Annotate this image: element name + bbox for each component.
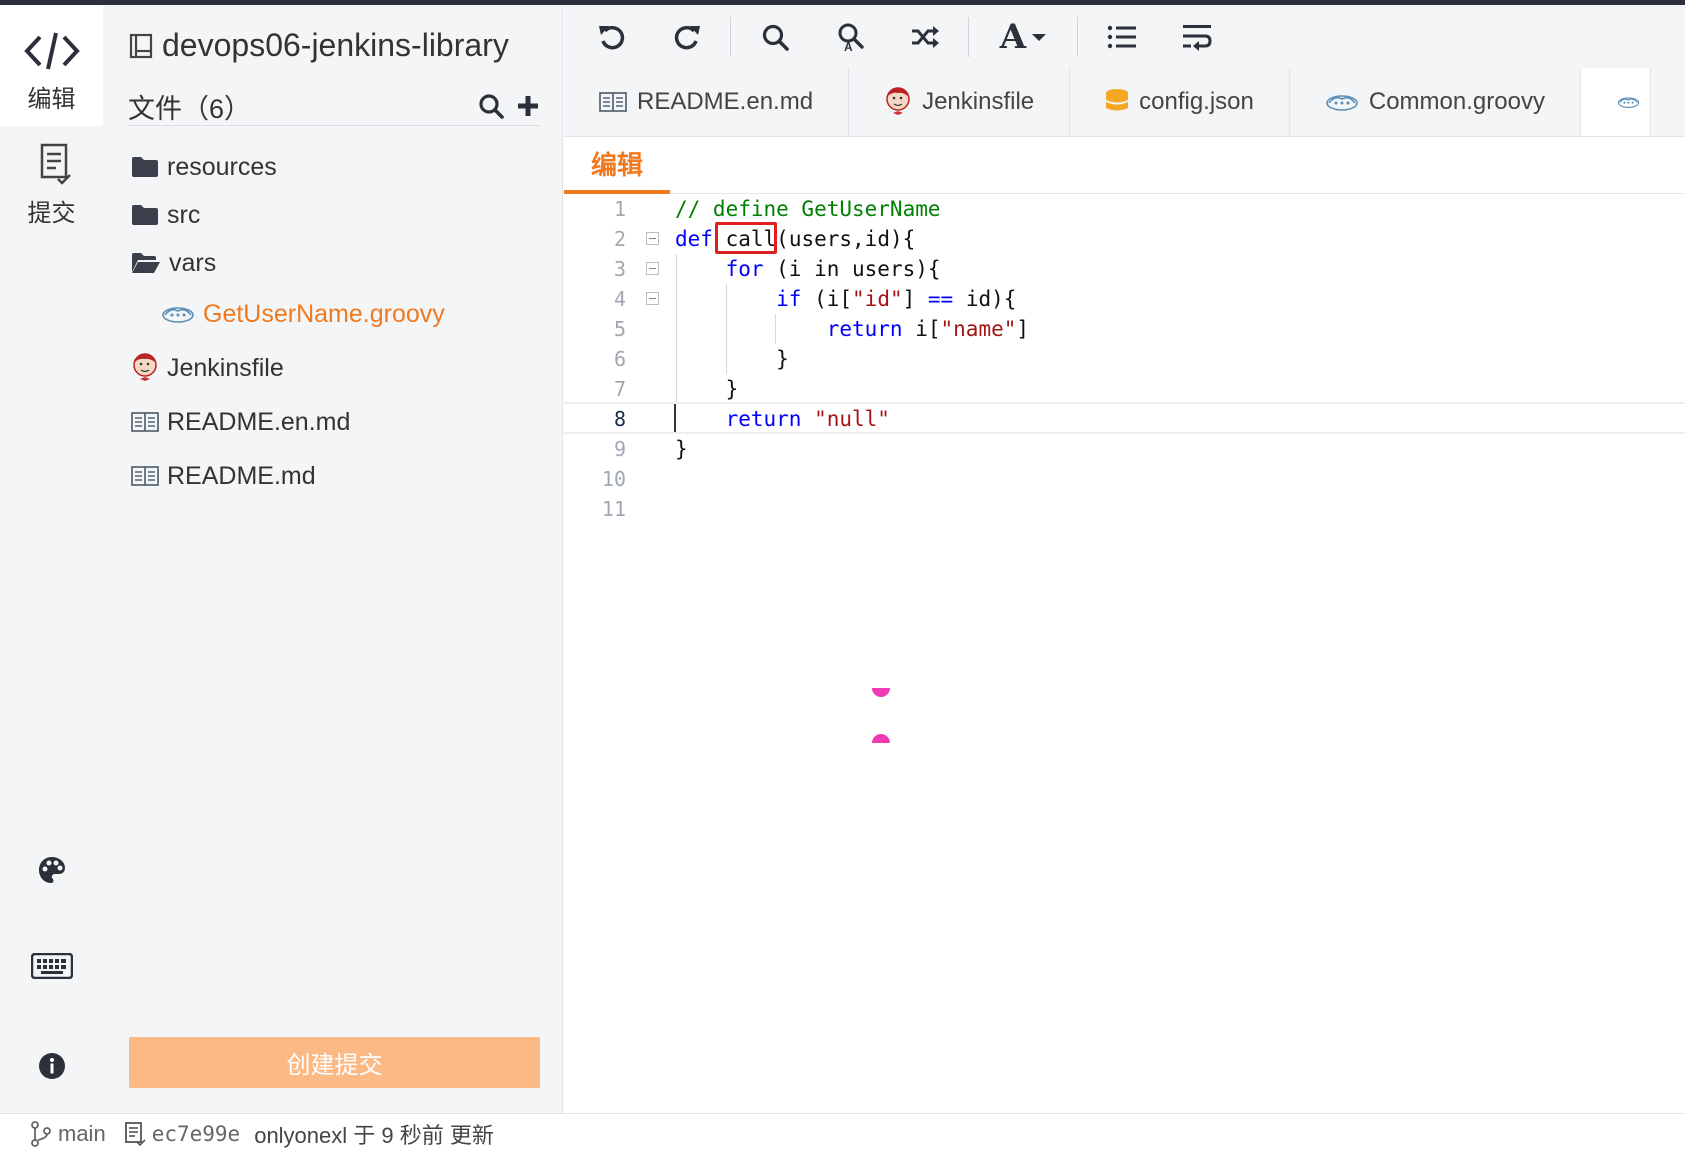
groovy-icon [162,307,194,323]
code-line: 3 for (i in users){ [613,257,941,281]
activity-edit-label: 编辑 [27,86,76,113]
code-icon [23,32,80,70]
code-line: 10 [601,467,626,491]
code-line: 9 } [613,437,688,461]
file-panel: devops06-jenkins-library 文件（6） resources [103,5,563,1113]
text-cursor [674,404,676,432]
find-button[interactable] [737,5,812,68]
activity-edit[interactable]: 编辑 [0,5,103,126]
marker-icon [872,688,890,697]
redo-icon [674,25,700,49]
undo-button[interactable] [574,5,649,68]
tree-selected-group: GetUserName.groovy Jenkinsfile README.en… [103,287,562,503]
svg-text:A: A [844,40,853,52]
tab-jenkinsfile[interactable]: Jenkinsfile [849,68,1071,136]
jenkins-icon [886,87,910,115]
list-button[interactable] [1084,5,1159,68]
commit-icon [124,1121,146,1146]
files-header: 文件（6） [128,87,540,126]
keyboard-button[interactable] [0,953,103,979]
keyboard-icon [30,953,73,979]
branch-name[interactable]: main [58,1121,106,1147]
fold-icon[interactable] [646,262,659,275]
replace-button[interactable]: A [812,5,887,68]
fold-icon[interactable] [646,232,659,245]
create-commit-button[interactable]: 创建提交 [129,1037,540,1088]
code-line: 7 } [613,377,739,401]
commit-message: onlyonexl 于 9 秒前 更新 [254,1122,494,1148]
add-file-icon[interactable] [516,94,540,118]
commit-hash[interactable]: ec7e99e [152,1122,241,1146]
chevron-down-icon [1032,33,1047,41]
code-line: 1 // define GetUserName [613,197,941,221]
tree-item-jenkinsfile[interactable]: Jenkinsfile [103,341,562,395]
theme-button[interactable] [0,855,103,885]
code-line: 4 if (i["id"] == id){ [613,287,1017,311]
wrap-button[interactable] [1159,5,1234,68]
marker-icon [872,734,890,743]
repo-name: devops06-jenkins-library [162,27,509,63]
info-icon [38,1053,65,1079]
font-button[interactable]: A [975,5,1071,68]
groovy-icon [1326,95,1358,111]
code-line: 11 [601,497,626,521]
highlight-box [715,222,777,254]
editor-toolbar: A A [564,5,1685,68]
markdown-icon [599,92,627,112]
activity-commit-label: 提交 [27,200,76,227]
fold-icon[interactable] [646,292,659,305]
repo-icon [129,33,153,58]
folder-icon [132,205,158,225]
toolbar-divider [968,16,969,57]
status-bar: main ec7e99e onlyonexl 于 9 秒前 更新 [0,1113,1685,1153]
tree-item-readme[interactable]: README.md [103,449,562,503]
code-line: 5 return i["name"] [613,317,1030,341]
search-icon [762,24,789,51]
jenkins-icon [133,353,157,381]
file-tree: resources src vars GetUserName.groovy Je… [103,143,562,503]
folder-icon [132,157,158,177]
search-icon[interactable] [478,93,504,119]
shuffle-icon [911,25,939,48]
tree-item-getusername[interactable]: GetUserName.groovy [103,287,562,341]
undo-icon [598,25,624,49]
font-icon: A [999,16,1027,57]
code-line: 6 } [613,347,789,371]
markdown-icon [131,466,159,486]
folder-open-icon [132,253,160,273]
editor-mode-bar: 编辑 [564,137,1685,194]
tree-item-resources[interactable]: resources [103,143,562,191]
markdown-icon [131,412,159,432]
tree-item-vars[interactable]: vars [103,239,562,287]
branch-icon [31,1120,51,1147]
commit-icon [40,143,71,185]
palette-icon [38,857,65,883]
file-tabs: README.en.md Jenkinsfile config.json Com… [564,68,1685,137]
activity-commit[interactable]: 提交 [0,135,103,245]
files-title: 文件（6） [128,93,252,124]
tree-item-src[interactable]: src [103,191,562,239]
info-button[interactable] [0,1051,103,1081]
repo-header: devops06-jenkins-library [128,27,509,64]
groovy-icon [1617,97,1640,108]
activity-bar: 编辑 提交 [0,5,103,1113]
shuffle-button[interactable] [887,5,962,68]
toolbar-divider [1077,16,1078,57]
tab-readme-en[interactable]: README.en.md [564,68,850,136]
tab-config-json[interactable]: config.json [1070,68,1290,136]
replace-icon: A [838,23,864,52]
tab-getusername-groovy[interactable] [1580,68,1651,136]
tab-common-groovy[interactable]: Common.groovy [1290,68,1581,136]
wrap-icon [1182,24,1212,51]
tab-edit-mode[interactable]: 编辑 [564,137,670,194]
database-icon [1106,89,1129,111]
code-editor[interactable]: 1 // define GetUserName 2 def call(users… [564,194,1685,1112]
list-icon [1107,25,1136,48]
redo-button[interactable] [649,5,724,68]
current-line: 8 return "null" [564,402,1685,434]
tree-item-readme-en[interactable]: README.en.md [103,395,562,449]
toolbar-divider [730,16,731,57]
